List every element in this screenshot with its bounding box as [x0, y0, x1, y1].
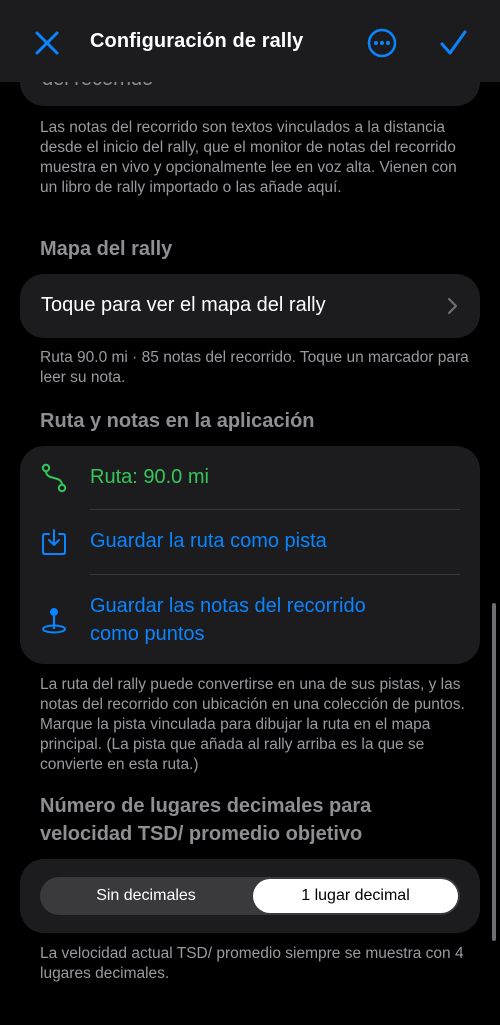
close-icon[interactable]: [30, 26, 64, 60]
segment-no-decimals[interactable]: Sin decimales: [42, 879, 250, 913]
ellipsis-circle-icon[interactable]: [366, 27, 398, 59]
map-section-header: Mapa del rally: [40, 238, 173, 260]
segment-one-decimal[interactable]: 1 lugar decimal: [253, 879, 458, 913]
scroll-indicator[interactable]: [492, 603, 496, 941]
view-rally-map-row[interactable]: Toque para ver el mapa del rally: [20, 274, 480, 338]
map-footer: Ruta 90.0 mi · 85 notas del recorrido. T…: [40, 349, 469, 386]
save-notes-as-waypoints-button[interactable]: Guardar las notas del recorrido como pun…: [20, 575, 480, 664]
navigation-bar: Configuración de rally: [0, 0, 500, 82]
notes-footer: Las notas del recorrido son textos vincu…: [40, 119, 457, 196]
app-section-footer: La ruta del rally puede convertirse en u…: [40, 676, 465, 773]
chevron-right-icon: [447, 297, 458, 315]
decimals-footer: La velocidad actual TSD/ promedio siempr…: [40, 945, 464, 982]
view-rally-map-label: Toque para ver el mapa del rally: [41, 294, 326, 316]
page-title: Configuración de rally: [90, 30, 304, 52]
decimals-section-header: Número de lugares decimales para velocid…: [40, 795, 372, 845]
map-pin-icon: [42, 608, 66, 634]
decimals-segmented-control: Sin decimales 1 lugar decimal: [40, 877, 460, 915]
route-distance-row: Ruta: 90.0 mi: [20, 446, 480, 508]
app-section-header: Ruta y notas en la aplicación: [40, 410, 315, 432]
checkmark-icon[interactable]: [436, 26, 470, 60]
save-route-as-track-label: Guardar la ruta como pista: [90, 530, 327, 552]
save-route-as-track-button[interactable]: Guardar la ruta como pista: [20, 510, 480, 574]
decimals-group: Sin decimales 1 lugar decimal: [20, 859, 480, 933]
route-distance-label: Ruta: 90.0 mi: [90, 466, 209, 488]
route-icon: [41, 463, 67, 493]
save-notes-as-waypoints-label: Guardar las notas del recorrido como pun…: [90, 595, 366, 645]
tray-download-icon: [42, 529, 66, 555]
app-route-notes-group: Ruta: 90.0 mi Guardar la ruta como pista…: [20, 446, 480, 664]
